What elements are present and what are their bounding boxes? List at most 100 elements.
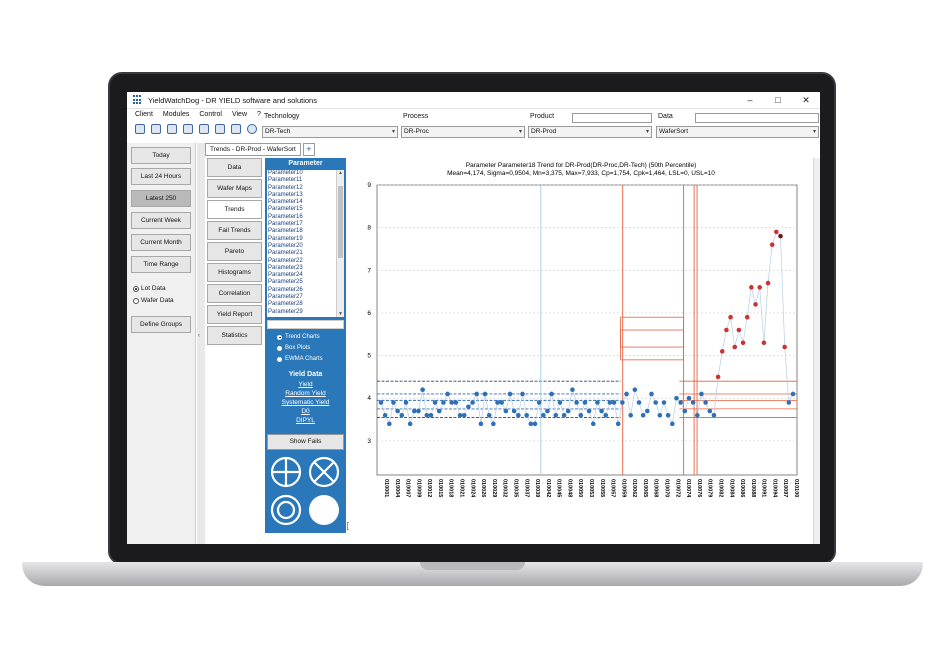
wafer-data-radio[interactable]: Wafer Data bbox=[133, 297, 174, 304]
parameter-scrollbar[interactable]: ▲ ▼ bbox=[336, 170, 344, 317]
folder-open-icon[interactable] bbox=[135, 124, 145, 134]
systematic-yield-link[interactable]: Systematic Yield bbox=[265, 399, 346, 406]
close-button[interactable]: ✕ bbox=[792, 95, 820, 106]
parameter-item[interactable]: Parameter24 bbox=[267, 272, 336, 279]
full-wafer-icon[interactable] bbox=[308, 494, 340, 526]
copy-icon[interactable] bbox=[183, 124, 193, 134]
parameter-item[interactable]: Parameter28 bbox=[267, 301, 336, 308]
data-point bbox=[441, 400, 446, 405]
scroll-up-icon[interactable]: ▲ bbox=[338, 170, 343, 176]
collapse-arrow-icon: ‹ bbox=[198, 333, 200, 339]
x-tick-label: 010050 bbox=[577, 479, 583, 497]
module-yield-report[interactable]: Yield Report bbox=[207, 305, 262, 324]
process-select[interactable]: DR-Proc ▾ bbox=[401, 126, 525, 138]
data-point bbox=[378, 400, 384, 405]
parameter-filter-input[interactable] bbox=[267, 320, 344, 329]
define-groups-button[interactable]: Define Groups bbox=[131, 316, 191, 333]
module-wafer-maps[interactable]: Wafer Maps bbox=[207, 179, 262, 198]
dipyl-link[interactable]: DIPYL bbox=[265, 417, 346, 424]
layers-icon[interactable] bbox=[215, 124, 225, 134]
data-point bbox=[699, 391, 704, 397]
parameter-item[interactable]: Parameter29 bbox=[267, 309, 336, 316]
technology-select[interactable]: DR-Tech ▾ bbox=[262, 126, 398, 138]
parameter-item[interactable]: Parameter23 bbox=[267, 265, 336, 272]
menu-view[interactable]: View bbox=[232, 111, 247, 122]
x-tick-label: 010084 bbox=[728, 479, 734, 498]
parameter-item[interactable]: Parameter10 bbox=[267, 170, 336, 177]
parameter-item[interactable]: Parameter19 bbox=[267, 236, 336, 243]
parameter-item[interactable]: Parameter22 bbox=[267, 258, 336, 265]
module-correlation[interactable]: Correlation bbox=[207, 284, 262, 303]
add-tab-button[interactable]: + bbox=[302, 143, 315, 156]
print-icon[interactable] bbox=[151, 124, 161, 134]
export-icon[interactable] bbox=[199, 124, 209, 134]
module-statistics[interactable]: Statistics bbox=[207, 326, 262, 345]
parameter-item[interactable]: Parameter25 bbox=[267, 279, 336, 286]
menu-control[interactable]: Control bbox=[199, 111, 222, 122]
last-24-hours-button[interactable]: Last 24 Hours bbox=[131, 168, 191, 185]
product-search-input[interactable] bbox=[572, 113, 652, 123]
parameter-item[interactable]: Parameter13 bbox=[267, 192, 336, 199]
module-histograms[interactable]: Histograms bbox=[207, 263, 262, 282]
x-wafer-icon[interactable] bbox=[308, 456, 340, 488]
maximize-button[interactable]: □ bbox=[764, 95, 792, 105]
save-icon[interactable] bbox=[167, 124, 177, 134]
product-select[interactable]: DR-Prod ▾ bbox=[528, 126, 652, 138]
module-pareto[interactable]: Pareto bbox=[207, 242, 262, 261]
parameter-item[interactable]: Parameter17 bbox=[267, 221, 336, 228]
tab-trends[interactable]: Trends - DR-Prod - WaferSort bbox=[205, 143, 301, 156]
d0-link[interactable]: D0 bbox=[265, 408, 346, 415]
parameter-item[interactable]: Parameter27 bbox=[267, 294, 336, 301]
menu-help[interactable]: ? bbox=[257, 111, 261, 122]
box-plots-option[interactable]: Box Plots bbox=[277, 345, 310, 351]
search-icon[interactable] bbox=[247, 124, 257, 134]
random-yield-link[interactable]: Random Yield bbox=[265, 390, 346, 397]
parameter-item[interactable]: Parameter15 bbox=[267, 206, 336, 213]
scroll-thumb[interactable] bbox=[338, 186, 343, 258]
data-point bbox=[565, 408, 571, 414]
data-point bbox=[615, 421, 621, 427]
parameter-item[interactable]: Parameter18 bbox=[267, 228, 336, 235]
time-range-button[interactable]: Time Range bbox=[131, 256, 191, 273]
parameter-item[interactable]: Parameter21 bbox=[267, 250, 336, 257]
module-fail-trends[interactable]: Fail Trends bbox=[207, 221, 262, 240]
scroll-down-icon[interactable]: ▼ bbox=[338, 311, 343, 317]
trend-charts-option[interactable]: Trend Charts bbox=[277, 334, 320, 340]
today-button[interactable]: Today bbox=[131, 147, 191, 164]
crosshair-wafer-icon[interactable] bbox=[270, 456, 302, 488]
yield-link[interactable]: Yield bbox=[265, 381, 346, 388]
data-point bbox=[541, 412, 546, 418]
minimize-button[interactable]: – bbox=[736, 95, 764, 105]
show-fails-button[interactable]: Show Fails bbox=[267, 434, 344, 450]
data-point bbox=[761, 340, 767, 346]
module-data[interactable]: Data bbox=[207, 158, 262, 177]
chart-scrollbar[interactable] bbox=[813, 158, 820, 544]
parameter-item[interactable]: Parameter11 bbox=[267, 177, 336, 184]
ewma-charts-option[interactable]: EWMA Charts bbox=[277, 356, 323, 362]
data-select[interactable]: WaferSort ▾ bbox=[656, 126, 819, 138]
lot-data-radio[interactable]: Lot Data bbox=[133, 285, 166, 292]
parameter-item[interactable]: Parameter20 bbox=[267, 243, 336, 250]
data-point bbox=[516, 412, 521, 418]
parameter-item[interactable]: Parameter14 bbox=[267, 199, 336, 206]
panel-splitter[interactable]: ‹ bbox=[197, 143, 205, 544]
menu-modules[interactable]: Modules bbox=[163, 111, 189, 122]
parameter-item[interactable]: Parameter16 bbox=[267, 214, 336, 221]
data-search-input[interactable] bbox=[695, 113, 819, 123]
data-point bbox=[782, 344, 787, 350]
current-week-button[interactable]: Current Week bbox=[131, 212, 191, 229]
data-point bbox=[632, 387, 638, 393]
parameter-item[interactable]: Parameter26 bbox=[267, 287, 336, 294]
x-tick-label: 010035 bbox=[512, 479, 518, 497]
chevron-down-icon: ▾ bbox=[518, 129, 522, 135]
menu-client[interactable]: Client bbox=[135, 111, 153, 122]
latest-250-button[interactable]: Latest 250 bbox=[131, 190, 191, 207]
current-month-button[interactable]: Current Month bbox=[131, 234, 191, 251]
data-point bbox=[495, 400, 500, 405]
module-trends[interactable]: Trends bbox=[207, 200, 262, 219]
parameter-list[interactable]: Parameter10 Parameter11 Parameter12 Paramet… bbox=[267, 170, 344, 317]
ring-wafer-icon[interactable] bbox=[270, 494, 302, 526]
link-icon[interactable] bbox=[231, 124, 241, 134]
time-range-panel: Today Last 24 Hours Latest 250 Current W… bbox=[127, 143, 196, 544]
parameter-item[interactable]: Parameter12 bbox=[267, 185, 336, 192]
